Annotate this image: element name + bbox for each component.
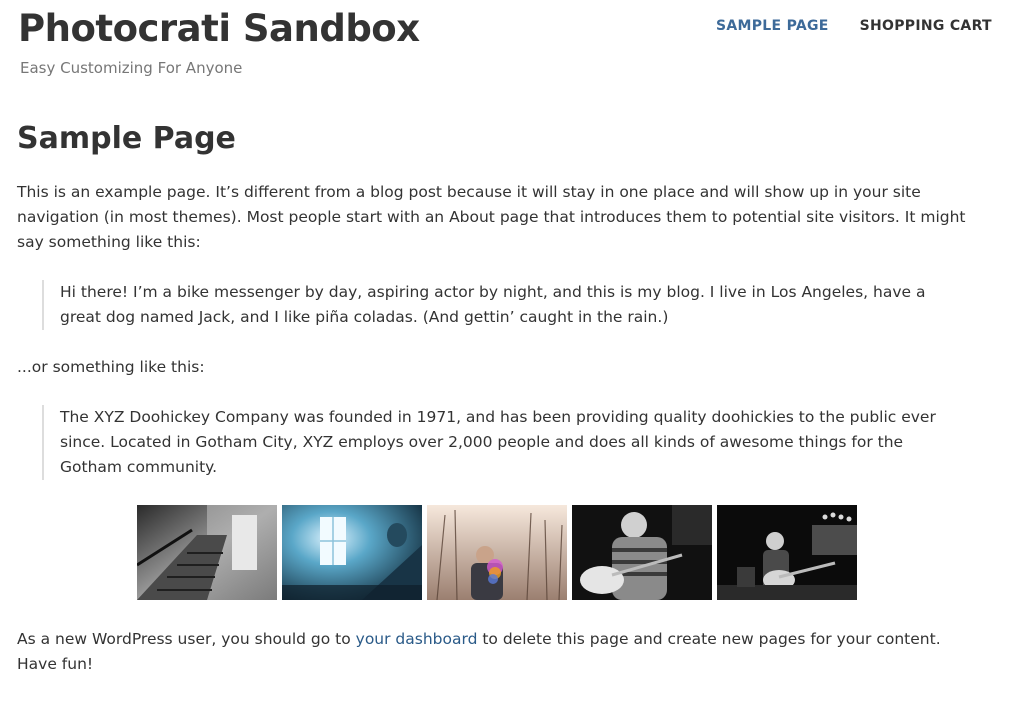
page-content: Sample Page This is an example page. It’… <box>17 118 977 702</box>
nav-item-shopping-cart[interactable]: SHOPPING CART <box>860 18 992 34</box>
blockquote-text: Hi there! I’m a bike messenger by day, a… <box>60 283 926 326</box>
gallery-thumb-blue-window-room[interactable] <box>282 505 422 600</box>
blockquote-xyz-company: The XYZ Doohickey Company was founded in… <box>42 405 940 480</box>
gallery-thumb-guitarist-bw[interactable] <box>572 505 712 600</box>
gallery-thumb-band-on-stage[interactable] <box>717 505 857 600</box>
site-title[interactable]: Photocrati Sandbox <box>18 6 420 52</box>
nav-item-sample-page[interactable]: SAMPLE PAGE <box>716 18 829 34</box>
blockquote-bike-messenger: Hi there! I’m a bike messenger by day, a… <box>42 280 940 330</box>
dashboard-link[interactable]: your dashboard <box>356 630 478 648</box>
gallery-thumb-staircase[interactable] <box>137 505 277 600</box>
image-gallery <box>17 505 977 600</box>
closing-text-start: As a new WordPress user, you should go t… <box>17 630 356 648</box>
intro-paragraph: This is an example page. It’s different … <box>17 183 966 251</box>
blockquote-text: The XYZ Doohickey Company was founded in… <box>60 408 936 476</box>
middle-paragraph: ...or something like this: <box>17 358 205 376</box>
main-navigation: SAMPLE PAGE SHOPPING CART <box>716 18 992 34</box>
closing-paragraph: As a new WordPress user, you should go t… <box>17 627 977 677</box>
page-title: Sample Page <box>17 121 236 156</box>
site-description: Easy Customizing For Anyone <box>20 59 243 77</box>
gallery-thumb-man-with-trees[interactable] <box>427 505 567 600</box>
